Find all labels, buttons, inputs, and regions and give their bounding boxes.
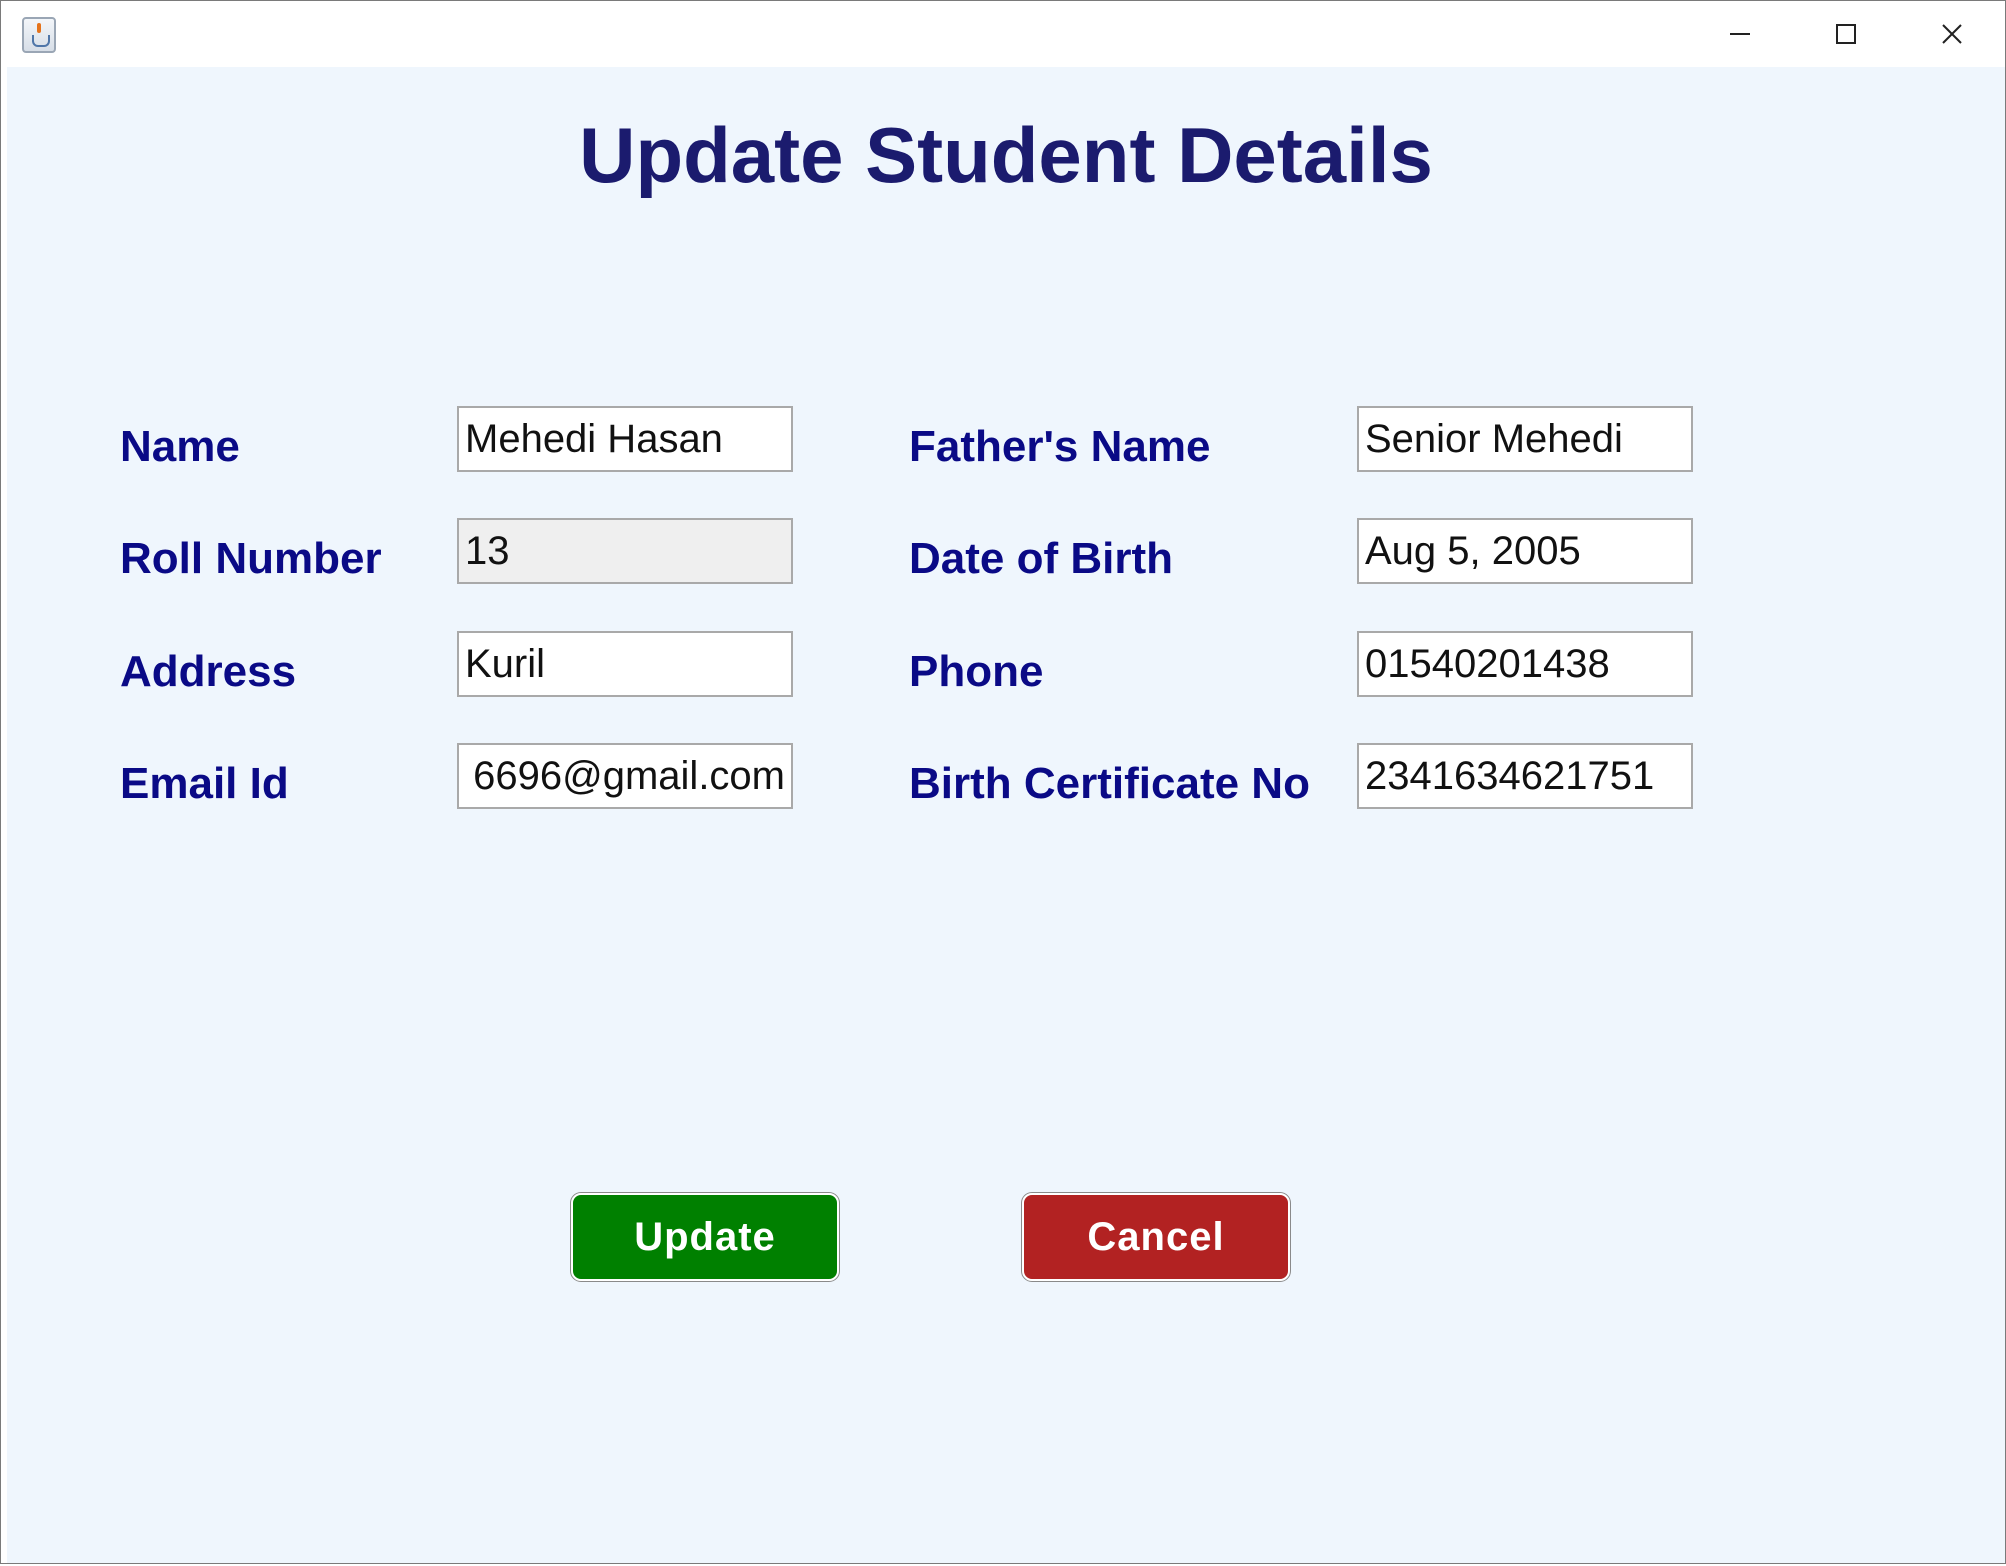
cancel-button[interactable]: Cancel	[1022, 1193, 1290, 1281]
email-field[interactable]	[457, 743, 793, 809]
roll-number-field[interactable]	[457, 518, 793, 584]
phone-field[interactable]	[1357, 631, 1693, 697]
date-of-birth-label: Date of Birth	[909, 534, 1173, 583]
name-label: Name	[120, 422, 240, 471]
address-field[interactable]	[457, 631, 793, 697]
name-field[interactable]	[457, 406, 793, 472]
birth-certificate-field[interactable]	[1357, 743, 1693, 809]
update-button[interactable]: Update	[571, 1193, 839, 1281]
fathers-name-field[interactable]	[1357, 406, 1693, 472]
date-of-birth-field[interactable]	[1357, 518, 1693, 584]
close-icon	[1942, 24, 1962, 44]
close-button[interactable]	[1899, 1, 2005, 67]
title-bar[interactable]	[1, 1, 2005, 67]
java-app-icon	[22, 17, 56, 53]
address-label: Address	[120, 647, 297, 696]
fathers-name-label: Father's Name	[909, 422, 1211, 471]
page-title: Update Student Details	[579, 111, 1433, 199]
maximize-icon	[1836, 24, 1856, 44]
roll-number-label: Roll Number	[120, 534, 382, 583]
birth-certificate-label: Birth Certificate No	[909, 759, 1310, 808]
minimize-icon	[1730, 33, 1750, 35]
app-window: Update Student Details Name Roll Number …	[0, 0, 2006, 1564]
phone-label: Phone	[909, 647, 1044, 696]
minimize-button[interactable]	[1687, 1, 1793, 67]
maximize-button[interactable]	[1793, 1, 1899, 67]
form-panel: Update Student Details Name Roll Number …	[7, 67, 2005, 1563]
email-label: Email Id	[120, 759, 289, 808]
